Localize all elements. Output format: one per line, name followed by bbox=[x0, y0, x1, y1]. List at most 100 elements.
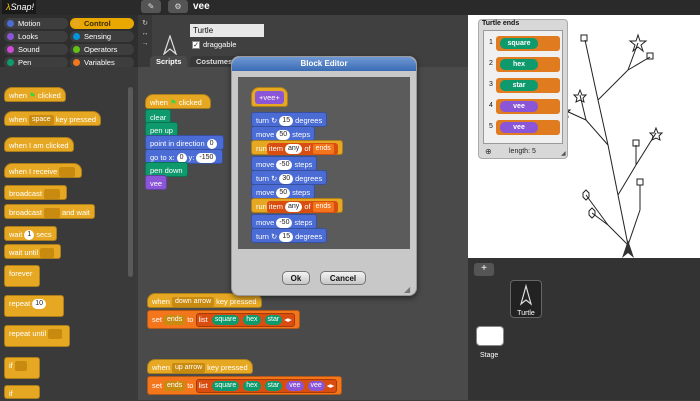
script2-list-reporter[interactable]: list square hex star ◂▸ bbox=[195, 313, 295, 328]
list-item[interactable]: vee bbox=[286, 381, 304, 392]
palette-broadcast-and-wait[interactable]: broadcast and wait bbox=[4, 204, 95, 219]
script1-vee[interactable]: vee bbox=[145, 175, 168, 190]
list-watcher[interactable]: Turtle ends 1 square 2 hex 3 star 4 vee 5 vee… bbox=[478, 19, 568, 159]
list-item[interactable]: vee bbox=[307, 381, 325, 392]
looks-color-icon bbox=[7, 33, 14, 40]
palette-wait-secs[interactable]: wait 1 secs bbox=[4, 226, 57, 241]
gear-icon[interactable]: ⚙ bbox=[168, 0, 188, 13]
top-bar: λSnap! ✎ ⚙ vee bbox=[0, 0, 700, 15]
category-control[interactable]: Control bbox=[70, 18, 134, 29]
no-rotate-icon[interactable]: → bbox=[138, 40, 152, 47]
watcher-length: length: 5 bbox=[509, 148, 536, 155]
list-item[interactable]: 5 vee bbox=[489, 120, 560, 135]
category-selector: Motion Control Looks Sensing Sound Opera… bbox=[0, 15, 138, 68]
editor-turn-block[interactable]: turn ↻ 15 degrees bbox=[251, 228, 328, 243]
turn-arrow-icon: ↻ bbox=[271, 174, 278, 183]
green-flag-icon: ⚑ bbox=[170, 98, 177, 107]
script1-point-in-direction[interactable]: point in direction 0 bbox=[145, 135, 224, 150]
variables-color-icon bbox=[73, 59, 80, 66]
green-flag-icon: ⚑ bbox=[29, 91, 36, 100]
palette-if[interactable]: if bbox=[4, 357, 40, 379]
turn-arrow-icon: ↻ bbox=[271, 232, 278, 241]
ok-button[interactable]: Ok bbox=[282, 271, 310, 285]
script3-set-ends[interactable]: set ends to list square hex star vee vee ◂▸ bbox=[147, 376, 343, 395]
editor-turn-block[interactable]: turn ↻ 30 degrees bbox=[251, 170, 328, 185]
palette-when-clicked[interactable]: when I am clicked bbox=[4, 137, 74, 152]
turn-arrow-icon: ↻ bbox=[271, 116, 278, 125]
list-item[interactable]: star bbox=[264, 315, 283, 326]
dialog-title[interactable]: Block Editor bbox=[232, 57, 416, 71]
editor-move-block[interactable]: move -50 steps bbox=[251, 156, 318, 171]
category-sound[interactable]: Sound bbox=[4, 44, 68, 55]
pen-color-icon bbox=[7, 59, 14, 66]
sprite-name-field[interactable]: Turtle bbox=[190, 24, 264, 37]
palette-forever[interactable]: forever bbox=[4, 265, 40, 287]
script3-when-key-pressed[interactable]: when up arrow key pressed bbox=[147, 359, 253, 374]
list-item[interactable]: 2 hex bbox=[489, 57, 560, 72]
watcher-title: Turtle ends bbox=[482, 20, 520, 27]
list-item[interactable]: square bbox=[211, 315, 240, 326]
list-item[interactable]: square bbox=[211, 381, 240, 392]
turtle-sprite-icon bbox=[519, 283, 533, 306]
list-item[interactable]: hex bbox=[243, 315, 261, 326]
sprite-label: Turtle bbox=[517, 310, 535, 317]
rotate-icon[interactable]: ↻ bbox=[138, 19, 152, 27]
turtle-cursor-icon bbox=[622, 240, 634, 258]
custom-block-prototype[interactable]: +vee+ bbox=[255, 91, 284, 104]
script3-list-reporter[interactable]: list square hex star vee vee ◂▸ bbox=[195, 379, 338, 394]
draggable-label: draggable bbox=[203, 40, 237, 49]
list-arrows-icon[interactable]: ◂▸ bbox=[284, 315, 292, 324]
operators-color-icon bbox=[73, 46, 80, 53]
tab-scripts[interactable]: Scripts bbox=[150, 56, 188, 67]
category-motion[interactable]: Motion bbox=[4, 18, 68, 29]
palette-broadcast[interactable]: broadcast bbox=[4, 185, 67, 200]
block-editor-canvas[interactable]: +vee+ turn ↻ 15 degrees move 50 steps run ite… bbox=[238, 77, 410, 249]
item-of-reporter[interactable]: item any of ends bbox=[266, 143, 338, 155]
block-editor-dialog: Block Editor +vee+ turn ↻ 15 degrees move 5… bbox=[231, 56, 417, 296]
turtle-sprite-icon bbox=[163, 35, 177, 55]
editor-run-block[interactable]: run item any of ends bbox=[251, 198, 343, 213]
script1-when-flag-clicked[interactable]: when ⚑ clicked bbox=[145, 94, 211, 109]
cancel-button[interactable]: Cancel bbox=[320, 271, 366, 285]
sprite-corral: + Turtle Stage bbox=[468, 258, 700, 400]
palette-when-key-pressed[interactable]: when space key pressed bbox=[4, 111, 102, 126]
palette-repeat-until[interactable]: repeat until bbox=[4, 325, 70, 347]
palette-repeat[interactable]: repeat 10 bbox=[4, 295, 64, 317]
sound-color-icon bbox=[7, 46, 14, 53]
list-arrows-icon[interactable]: ◂▸ bbox=[327, 381, 335, 390]
watcher-list: 1 square 2 hex 3 star 4 vee 5 vee bbox=[483, 30, 563, 144]
stage-label: Stage bbox=[480, 352, 499, 359]
flip-icon[interactable]: ↔ bbox=[138, 30, 152, 37]
palette-scrollbar[interactable] bbox=[128, 87, 133, 277]
list-item[interactable]: 4 vee bbox=[489, 99, 560, 114]
category-sensing[interactable]: Sensing bbox=[70, 31, 134, 42]
editor-move-block[interactable]: move 50 steps bbox=[251, 184, 316, 199]
palette-if-else[interactable]: if bbox=[4, 385, 40, 399]
script2-set-ends[interactable]: set ends to list square hex star ◂▸ bbox=[147, 310, 300, 329]
editor-turn-block[interactable]: turn ↻ 15 degrees bbox=[251, 112, 328, 127]
list-item[interactable]: 1 square bbox=[489, 36, 560, 51]
add-item-icon[interactable]: ⊕ bbox=[485, 147, 492, 156]
list-item[interactable]: star bbox=[264, 381, 283, 392]
list-item[interactable]: hex bbox=[243, 381, 261, 392]
sprite-thumbnail-turtle[interactable]: Turtle bbox=[510, 280, 542, 318]
category-looks[interactable]: Looks bbox=[4, 31, 68, 42]
palette-wait-until[interactable]: wait until bbox=[4, 244, 62, 259]
category-operators[interactable]: Operators bbox=[70, 44, 134, 55]
list-item[interactable]: 3 star bbox=[489, 78, 560, 93]
draggable-checkbox[interactable]: ✓ bbox=[192, 41, 200, 49]
project-name: vee bbox=[193, 1, 210, 12]
editor-run-block[interactable]: run item any of ends bbox=[251, 140, 343, 155]
snap-logo[interactable]: λSnap! bbox=[2, 0, 36, 14]
palette-when-flag-clicked[interactable]: when ⚑ clicked bbox=[4, 87, 66, 102]
item-of-reporter[interactable]: item any of ends bbox=[266, 201, 338, 213]
add-sprite-button[interactable]: + bbox=[474, 263, 494, 276]
palette-when-i-receive[interactable]: when I receive bbox=[4, 163, 83, 178]
resize-handle-icon[interactable]: ◢ bbox=[404, 285, 410, 294]
editor-move-block[interactable]: move 50 steps bbox=[251, 126, 316, 141]
resize-handle-icon[interactable]: ◢ bbox=[561, 150, 566, 157]
editor-move-block[interactable]: move -50 steps bbox=[251, 214, 318, 229]
custom-block-hat[interactable]: +vee+ bbox=[251, 87, 288, 107]
stage-thumbnail[interactable] bbox=[476, 326, 504, 346]
pencil-icon[interactable]: ✎ bbox=[141, 0, 161, 13]
